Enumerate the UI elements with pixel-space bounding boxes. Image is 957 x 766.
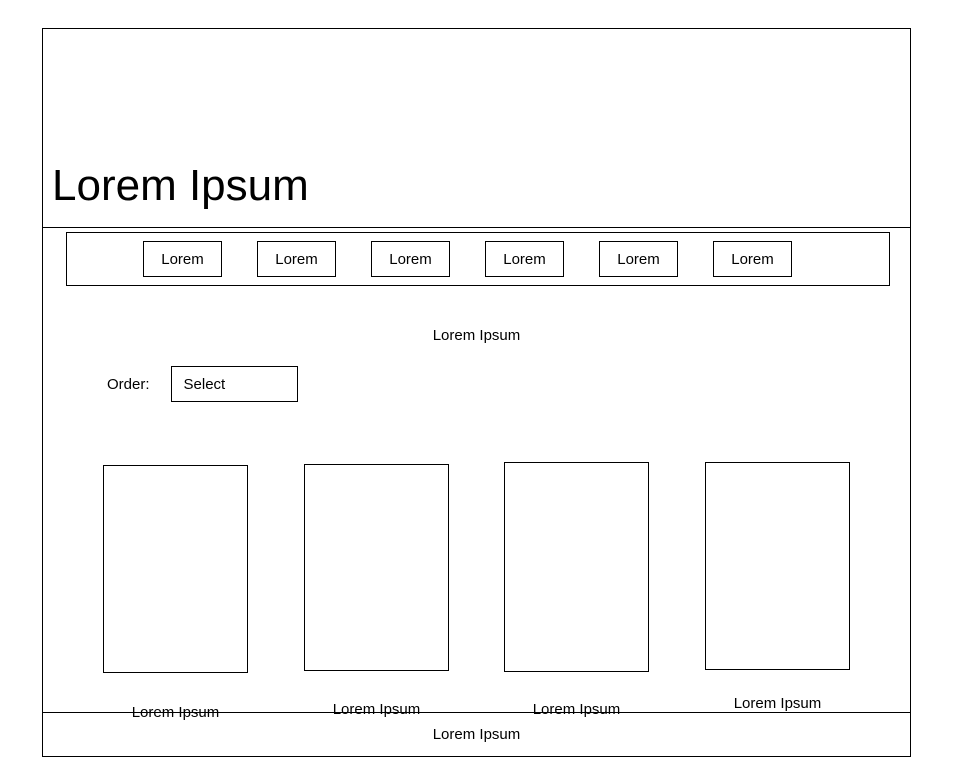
- nav-items-group: Lorem Lorem Lorem Lorem Lorem Lorem: [143, 241, 792, 277]
- card-image-placeholder[interactable]: [504, 462, 649, 672]
- page-title: Lorem Ipsum: [52, 161, 309, 210]
- page-frame: Lorem Ipsum Lorem Lorem Lorem Lorem Lore…: [42, 28, 911, 757]
- card-item[interactable]: Lorem Ipsum: [705, 462, 850, 712]
- nav-button-1[interactable]: Lorem: [143, 241, 222, 277]
- card-image-placeholder[interactable]: [304, 464, 449, 671]
- card-item[interactable]: Lorem Ipsum: [504, 462, 649, 718]
- footer-text: Lorem Ipsum: [432, 726, 521, 743]
- main-content: Lorem Ipsum Order: Select Lorem Ipsum Lo…: [43, 287, 910, 721]
- nav-button-2[interactable]: Lorem: [257, 241, 336, 277]
- card-item[interactable]: Lorem Ipsum: [304, 464, 449, 718]
- card-item[interactable]: Lorem Ipsum: [103, 465, 248, 721]
- nav-button-5[interactable]: Lorem: [599, 241, 678, 277]
- card-image-placeholder[interactable]: [705, 462, 850, 670]
- card-grid: Lorem Ipsum Lorem Ipsum Lorem Ipsum Lore…: [43, 287, 910, 721]
- nav-button-6[interactable]: Lorem: [713, 241, 792, 277]
- card-image-placeholder[interactable]: [103, 465, 248, 673]
- nav-button-3[interactable]: Lorem: [371, 241, 450, 277]
- card-caption: Lorem Ipsum: [733, 695, 822, 712]
- page-footer: Lorem Ipsum: [43, 712, 910, 756]
- page-header: Lorem Ipsum: [43, 29, 910, 228]
- nav-button-4[interactable]: Lorem: [485, 241, 564, 277]
- main-navigation-bar: Lorem Lorem Lorem Lorem Lorem Lorem: [66, 232, 890, 286]
